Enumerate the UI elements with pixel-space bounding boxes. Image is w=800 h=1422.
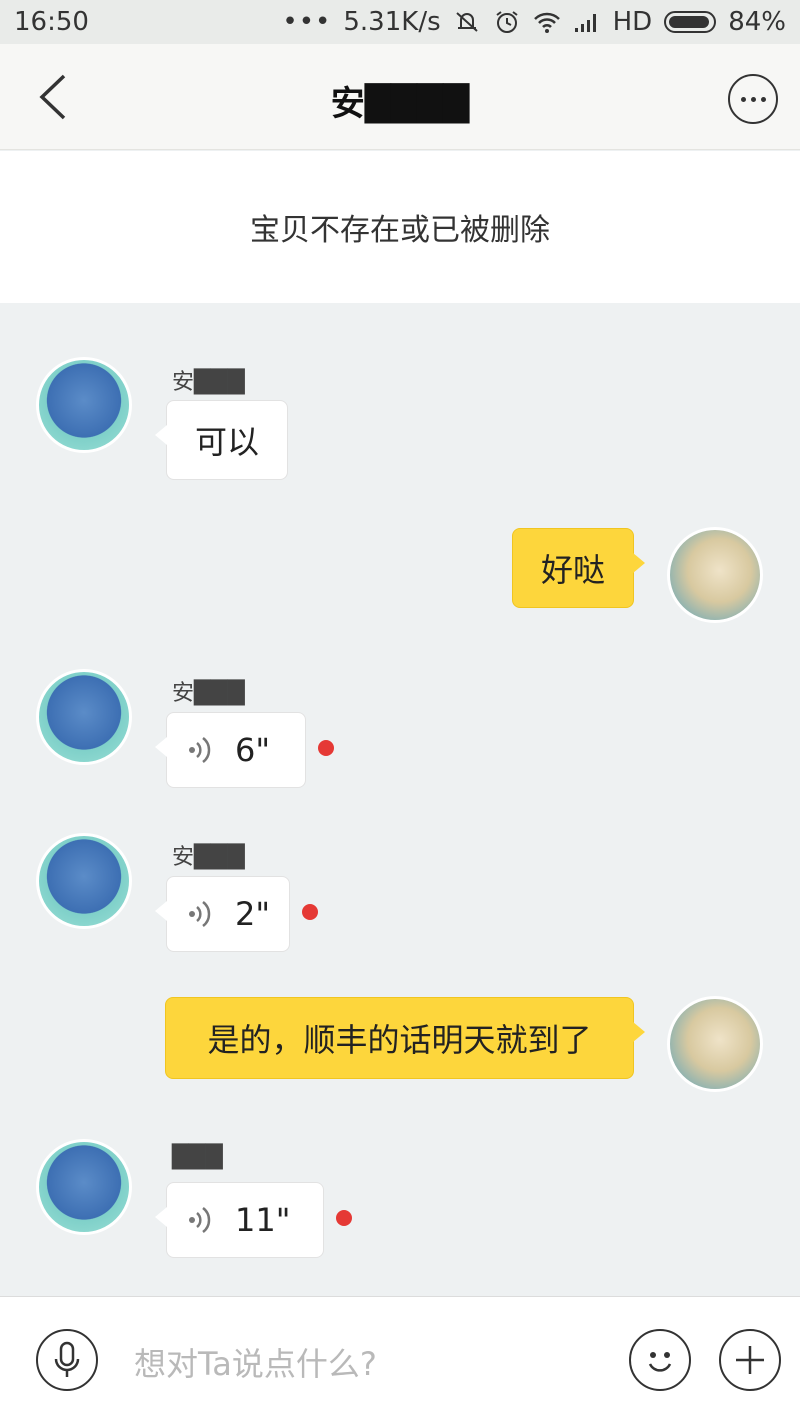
voice-duration: 6" [235, 731, 271, 769]
message-bubble-outgoing[interactable]: 是的，顺丰的话明天就到了 [165, 997, 645, 1079]
signal-icon [574, 14, 596, 32]
plus-icon [736, 1346, 764, 1374]
seller-avatar[interactable] [36, 1139, 132, 1235]
message-text: 好哒 [540, 551, 605, 589]
voice-wave-icon [189, 1207, 211, 1233]
net-speed: 5.31K/s [343, 7, 441, 37]
voice-duration: 11" [235, 1201, 291, 1239]
message-text: 可以 [194, 423, 259, 461]
voice-wave-icon [189, 901, 211, 927]
mute-icon [455, 12, 478, 32]
notification-dots: ••• [282, 7, 332, 37]
mic-button[interactable] [36, 1329, 98, 1391]
item-card[interactable]: 宝贝不存在或已被删除 [0, 151, 800, 303]
wifi-icon [533, 12, 560, 33]
seller-avatar[interactable] [36, 357, 132, 453]
message-bubble-outgoing[interactable]: 好哒 [512, 528, 645, 608]
voice-message[interactable]: 11" [155, 1182, 324, 1258]
conversation-title: 安████ [330, 84, 470, 124]
voice-message[interactable]: 6" [155, 712, 306, 788]
my-avatar[interactable] [667, 527, 763, 623]
sender-name: 安███ [172, 681, 245, 706]
item-card-text: 宝贝不存在或已被删除 [250, 213, 550, 248]
battery-percent: 84% [728, 7, 786, 37]
status-bar: 16:50 ••• 5.31K/s HD 84% [0, 0, 800, 44]
sender-name: 安███ [172, 370, 245, 395]
voice-duration: 2" [235, 895, 271, 933]
battery-icon [664, 11, 717, 33]
unread-dot [318, 740, 334, 756]
input-bar: 想对Ta说点什么? [0, 1296, 800, 1422]
status-icons: ••• 5.31K/s HD 84% [282, 7, 786, 37]
unread-dot [336, 1210, 352, 1226]
sender-name: ███ [172, 1145, 223, 1170]
seller-avatar[interactable] [36, 669, 132, 765]
voice-wave-icon [189, 737, 211, 763]
emoji-icon [648, 1352, 672, 1372]
message-bubble-incoming[interactable]: 可以 [155, 400, 288, 480]
alarm-icon [496, 11, 518, 33]
emoji-button[interactable] [629, 1329, 691, 1391]
nav-bar: 安████ [0, 44, 800, 150]
sender-name: 安███ [172, 845, 245, 870]
message-text: 是的，顺丰的话明天就到了 [207, 1021, 592, 1059]
status-time: 16:50 [14, 7, 89, 37]
message-input[interactable]: 想对Ta说点什么? [134, 1339, 377, 1385]
plus-button[interactable] [719, 1329, 781, 1391]
voice-message[interactable]: 2" [155, 876, 290, 952]
mic-icon [54, 1341, 80, 1377]
my-avatar[interactable] [667, 996, 763, 1092]
unread-dot [302, 904, 318, 920]
more-icon[interactable] [728, 74, 778, 124]
hd-label: HD [612, 7, 653, 37]
seller-avatar[interactable] [36, 833, 132, 929]
